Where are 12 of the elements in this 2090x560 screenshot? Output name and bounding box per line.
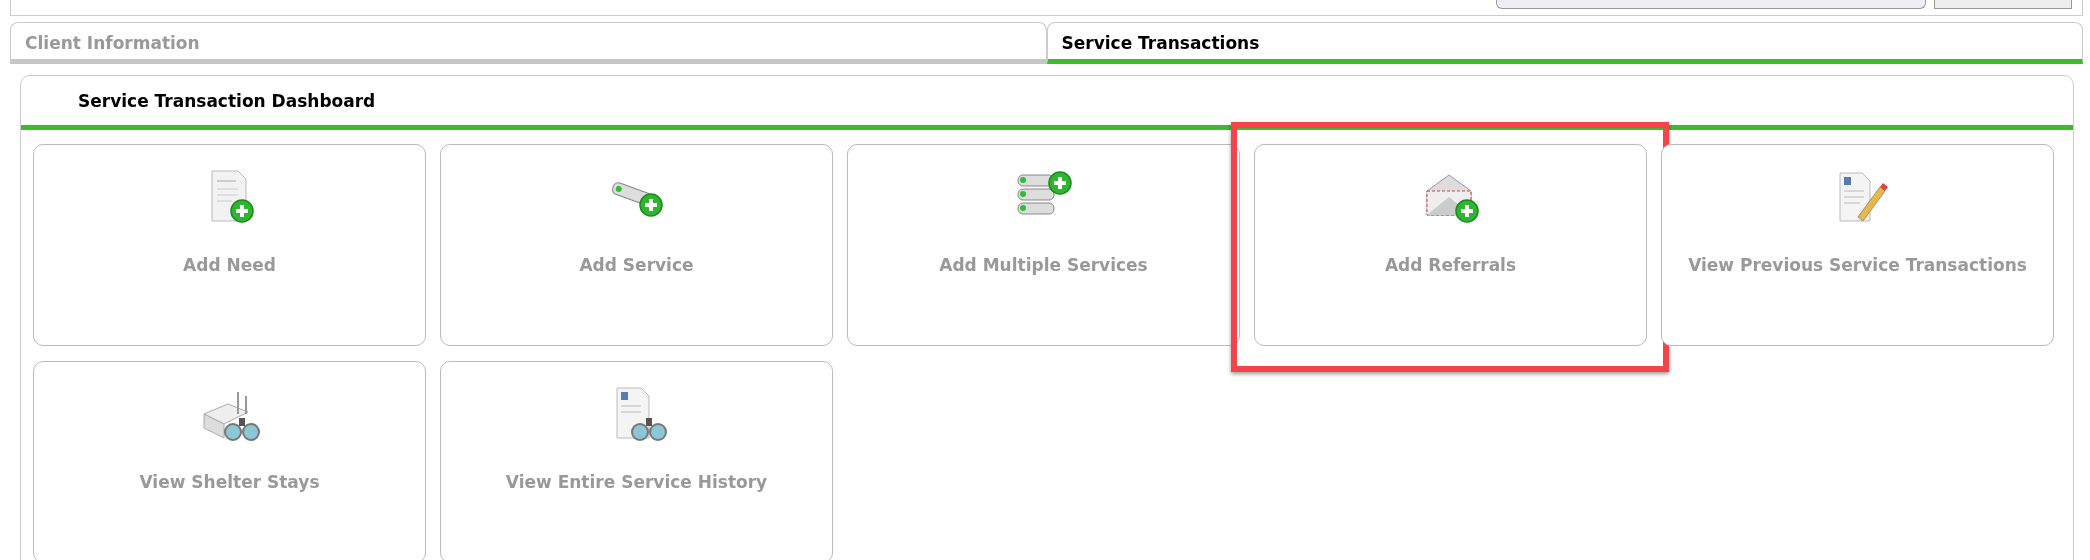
dashboard-tile[interactable]: Add Need [33,144,426,346]
dashboard-tile[interactable]: Add Referrals [1254,144,1647,346]
dashboard-tile[interactable]: Add Service [440,144,833,346]
dashboard-tile[interactable]: View Shelter Stays [33,361,426,560]
dashboard-tile[interactable]: View Previous Service Transactions [1661,144,2054,346]
dashboard-tile[interactable]: Add Multiple Services [847,144,1240,346]
dashboard-tile[interactable]: View Entire Service History [440,361,833,560]
input-field[interactable] [1496,0,1926,9]
top-button[interactable] [1934,0,2072,9]
tab[interactable]: Service Transactions [1046,22,2083,64]
dashboard-title: Service Transaction Dashboard [78,90,376,111]
tab[interactable]: Client Information [10,22,1047,64]
